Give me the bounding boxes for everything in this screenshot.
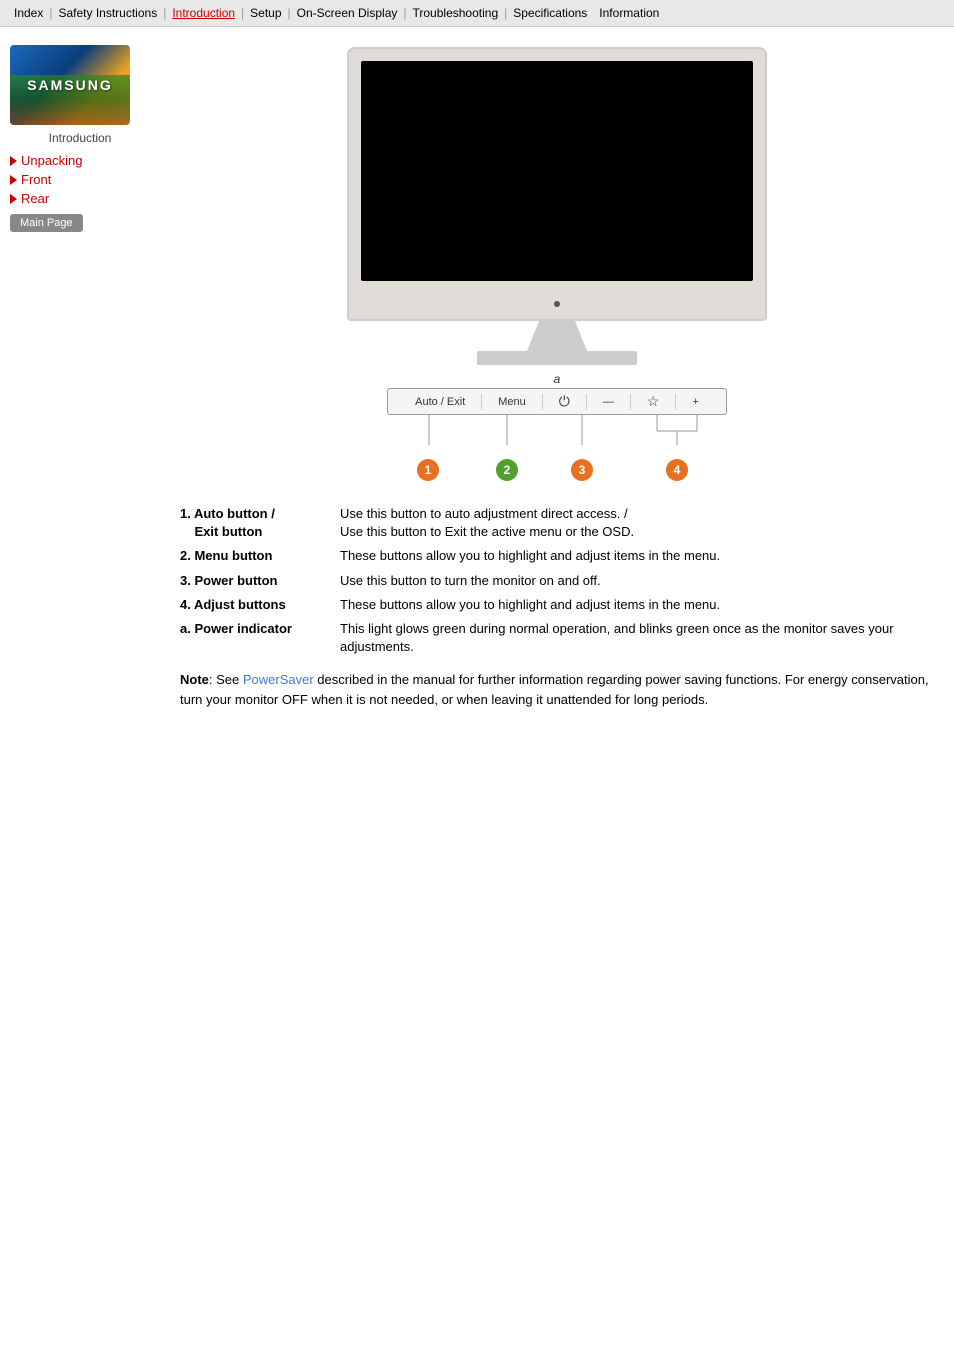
power-dot [554, 301, 560, 307]
num-circle-3: 3 [571, 459, 593, 481]
desc-row-4: 4. Adjust buttons These buttons allow yo… [180, 596, 934, 614]
btn-menu-label: Menu [490, 396, 534, 408]
label-a: a [554, 372, 561, 386]
powersaver-link[interactable]: PowerSaver [243, 672, 314, 687]
nav-safety[interactable]: Safety Instructions [52, 4, 163, 22]
sidebar-logo: SAMSUNG [10, 45, 130, 125]
nav-setup[interactable]: Setup [244, 4, 287, 22]
nav-troubleshooting[interactable]: Troubleshooting [407, 4, 505, 22]
nav-specs[interactable]: Specifications [507, 4, 593, 22]
desc-key-a: a. Power indicator [180, 620, 340, 656]
num-circle-1: 1 [417, 459, 439, 481]
btn-divider-5 [675, 394, 676, 410]
monitor-wrap: a Auto / Exit Menu ⏻ — ☆ + [347, 47, 767, 485]
monitor-chin [361, 281, 753, 311]
main-page-button[interactable]: Main Page [10, 214, 83, 232]
nav-index[interactable]: Index [8, 4, 49, 22]
btn-divider-2 [542, 394, 543, 410]
connector-section: 1 2 3 4 [387, 415, 727, 485]
note-section: Note: See PowerSaver described in the ma… [180, 670, 934, 709]
sidebar-item-unpacking[interactable]: Unpacking [10, 153, 150, 168]
arrow-icon [10, 175, 17, 185]
desc-key-1: 1. Auto button / Exit button [180, 505, 340, 541]
btn-row: Auto / Exit Menu ⏻ — ☆ + [387, 388, 727, 415]
monitor-stand-base [477, 351, 637, 365]
monitor-stand-top [527, 321, 587, 351]
sidebar-label-front: Front [21, 172, 51, 187]
nav-info[interactable]: Information [593, 4, 665, 22]
desc-val-3: Use this button to turn the monitor on a… [340, 572, 934, 590]
navbar: Index | Safety Instructions | Introducti… [0, 0, 954, 27]
sidebar: SAMSUNG Introduction Unpacking Front Rea… [0, 37, 160, 719]
desc-key-4: 4. Adjust buttons [180, 596, 340, 614]
sidebar-item-front[interactable]: Front [10, 172, 150, 187]
desc-val-4: These buttons allow you to highlight and… [340, 596, 934, 614]
desc-row-1: 1. Auto button / Exit button Use this bu… [180, 505, 934, 541]
desc-key-2: 2. Menu button [180, 547, 340, 565]
btn-brightness-icon: ☆ [639, 393, 668, 410]
btn-power-icon: ⏻ [551, 393, 578, 410]
page-body: SAMSUNG Introduction Unpacking Front Rea… [0, 27, 954, 729]
monitor-outer [347, 47, 767, 321]
sidebar-label-unpacking: Unpacking [21, 153, 82, 168]
brand-name: SAMSUNG [27, 77, 113, 93]
description-table: 1. Auto button / Exit button Use this bu… [180, 505, 934, 656]
btn-divider-4 [630, 394, 631, 410]
btn-auto-exit-label: Auto / Exit [407, 396, 473, 408]
label-a-row: a [347, 371, 767, 386]
note-text-before: : See [209, 672, 243, 687]
desc-key-2-label: 2. Menu button [180, 548, 272, 563]
note-label: Note [180, 672, 209, 687]
desc-row-2: 2. Menu button These buttons allow you t… [180, 547, 934, 565]
num-circle-4: 4 [666, 459, 688, 481]
desc-val-a: This light glows green during normal ope… [340, 620, 934, 656]
main-content: a Auto / Exit Menu ⏻ — ☆ + [160, 37, 954, 719]
btn-minus-label: — [595, 396, 622, 408]
arrow-icon [10, 156, 17, 166]
monitor-illustration: a Auto / Exit Menu ⏻ — ☆ + [180, 47, 934, 485]
desc-val-2: These buttons allow you to highlight and… [340, 547, 934, 565]
sidebar-item-rear[interactable]: Rear [10, 191, 150, 206]
desc-key-a-label: a. Power indicator [180, 621, 292, 636]
desc-val-1: Use this button to auto adjustment direc… [340, 505, 934, 541]
desc-row-a: a. Power indicator This light glows gree… [180, 620, 934, 656]
desc-row-3: 3. Power button Use this button to turn … [180, 572, 934, 590]
desc-key-3: 3. Power button [180, 572, 340, 590]
btn-divider-1 [481, 394, 482, 410]
desc-key-1-label2: Exit button [180, 524, 262, 539]
btn-plus-label: + [684, 396, 706, 408]
desc-key-1-label: 1. Auto button / [180, 506, 275, 521]
monitor-screen [361, 61, 753, 281]
nav-osd[interactable]: On-Screen Display [291, 4, 404, 22]
nav-introduction[interactable]: Introduction [166, 4, 241, 22]
sidebar-label-rear: Rear [21, 191, 49, 206]
num-circle-2: 2 [496, 459, 518, 481]
sidebar-intro-label: Introduction [10, 131, 150, 145]
desc-key-4-label: 4. Adjust buttons [180, 597, 286, 612]
desc-key-3-label: 3. Power button [180, 573, 278, 588]
button-panel: a Auto / Exit Menu ⏻ — ☆ + [347, 371, 767, 485]
btn-divider-3 [586, 394, 587, 410]
arrow-icon [10, 194, 17, 204]
